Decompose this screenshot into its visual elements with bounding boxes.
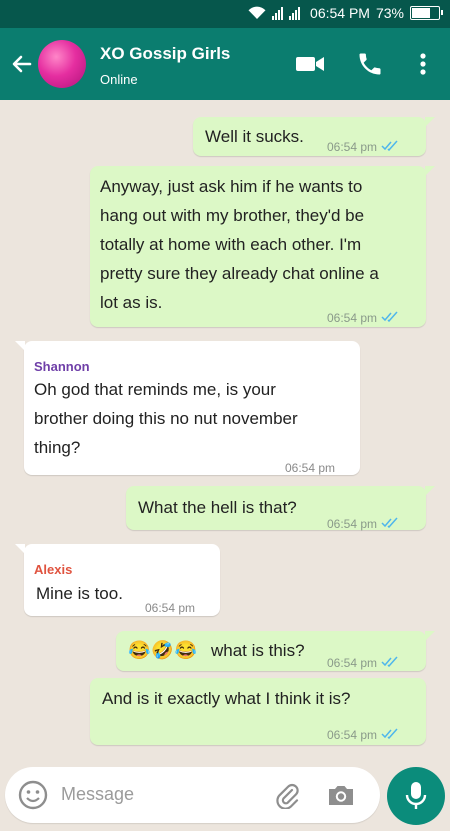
battery-icon xyxy=(410,6,443,20)
message-text: what is this? xyxy=(211,641,305,660)
read-receipt-icon xyxy=(381,510,399,539)
message-text: Oh god that reminds me, is your brother … xyxy=(34,375,298,462)
message-time: 06:54 pm xyxy=(145,601,196,615)
message-line: Oh god that reminds me, is your xyxy=(34,380,276,399)
outgoing-message[interactable]: Well it sucks. 06:54 pm xyxy=(193,117,435,156)
camera-icon[interactable] xyxy=(326,782,356,813)
read-receipt-icon xyxy=(381,133,399,162)
outgoing-message[interactable]: What the hell is that? 06:54 pm xyxy=(126,486,435,531)
bubble-tail xyxy=(425,631,435,641)
laughing-emoji-group: 😂🤣😂 xyxy=(128,636,198,665)
emoji-icon[interactable] xyxy=(17,779,49,816)
more-options-icon[interactable] xyxy=(418,50,428,83)
message-meta: 06:54 pm xyxy=(327,510,399,539)
message-time: 06:54 pm xyxy=(327,728,378,742)
message-time: 06:54 pm xyxy=(327,311,378,325)
status-time: 06:54 PM xyxy=(310,5,370,21)
message-text: Anyway, just ask him if he wants to hang… xyxy=(100,172,379,317)
message-text: Mine is too. xyxy=(36,584,123,603)
message-meta: 06:54 pm xyxy=(285,454,335,483)
message-time: 06:54 pm xyxy=(285,461,336,475)
tears-of-joy-emoji: 😂 xyxy=(174,640,199,660)
message-meta: 06:54 pm xyxy=(327,133,399,162)
message-text: And is it exactly what I think it is? xyxy=(102,689,351,708)
chat-title[interactable]: XO Gossip Girls xyxy=(100,44,230,64)
message-text: Well it sucks. xyxy=(205,127,304,146)
tears-of-joy-emoji: 😂 xyxy=(128,640,152,660)
bubble-tail xyxy=(15,341,25,351)
message-list[interactable]: Well it sucks. 06:54 pm Anyway, just ask… xyxy=(0,100,450,760)
microphone-icon xyxy=(405,782,427,809)
message-time: 06:54 pm xyxy=(327,656,378,670)
incoming-message[interactable]: Shannon Oh god that reminds me, is your … xyxy=(15,341,360,475)
message-meta: 06:54 pm xyxy=(327,649,399,678)
read-receipt-icon xyxy=(381,721,399,750)
incoming-message[interactable]: Alexis Mine is too. 06:54 pm xyxy=(15,544,220,616)
message-text: What the hell is that? xyxy=(138,498,297,517)
read-receipt-icon xyxy=(381,304,399,333)
chat-header: XO Gossip Girls Online xyxy=(0,28,450,100)
video-call-icon[interactable] xyxy=(294,52,328,81)
message-meta: 06:54 pm xyxy=(327,721,399,750)
phone-call-icon[interactable] xyxy=(356,50,384,83)
battery-percent: 73% xyxy=(375,5,404,21)
message-meta: 06:54 pm xyxy=(145,594,195,623)
message-time: 06:54 pm xyxy=(327,517,378,531)
message-line: totally at home with each other. I'm xyxy=(100,235,362,254)
message-composer[interactable]: Message xyxy=(5,767,380,823)
bubble-tail xyxy=(425,117,435,127)
voice-record-button[interactable] xyxy=(387,767,445,825)
message-line: thing? xyxy=(34,438,81,457)
outgoing-message[interactable]: And is it exactly what I think it is? 06… xyxy=(90,678,426,745)
attach-icon[interactable] xyxy=(273,781,301,814)
signal-icon xyxy=(272,6,304,20)
back-arrow-icon[interactable] xyxy=(8,50,36,78)
group-avatar[interactable] xyxy=(38,40,86,88)
message-line: hang out with my brother, they'd be xyxy=(100,206,365,225)
bubble-tail xyxy=(15,544,25,554)
chat-status: Online xyxy=(100,72,138,87)
message-input[interactable]: Message xyxy=(61,784,134,805)
bubble-tail xyxy=(425,486,435,496)
read-receipt-icon xyxy=(381,649,399,678)
message-line: brother doing this no nut november xyxy=(34,409,298,428)
message-time: 06:54 pm xyxy=(327,140,378,154)
message-line: Anyway, just ask him if he wants to xyxy=(100,177,363,196)
status-bar: 06:54 PM 73% xyxy=(0,0,450,28)
rolling-laughing-emoji: 🤣 xyxy=(151,640,175,660)
outgoing-message[interactable]: Anyway, just ask him if he wants to hang… xyxy=(90,166,435,327)
outgoing-message[interactable]: 😂🤣😂 what is this? 06:54 pm xyxy=(116,631,435,671)
bubble-tail xyxy=(425,166,435,176)
wifi-icon xyxy=(248,6,266,20)
message-meta: 06:54 pm xyxy=(327,304,399,333)
message-line: pretty sure they already chat online a xyxy=(100,264,379,283)
